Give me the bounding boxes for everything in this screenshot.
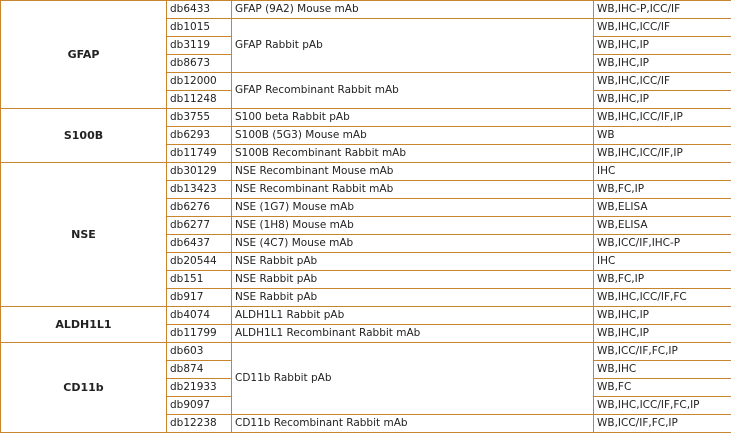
catalog-number-cell: db603: [166, 342, 232, 361]
applications-cell: WB,IHC-P,ICC/IF: [593, 0, 731, 19]
catalog-number-cell: db12238: [166, 414, 232, 433]
catalog-number-cell: db13423: [166, 180, 232, 199]
antibody-table: GFAP db6433 GFAP (9A2) Mouse mAb WB,IHC-…: [0, 0, 731, 433]
applications-cell: WB,IHC,ICC/IF,IP: [593, 108, 731, 127]
product-name-cell: NSE (4C7) Mouse mAb: [231, 234, 594, 253]
applications-cell: WB,ICC/IF,FC,IP: [593, 342, 731, 361]
target-cell-cd11b: CD11b: [0, 342, 167, 433]
catalog-number-cell: db9097: [166, 396, 232, 415]
catalog-number-cell: db6433: [166, 0, 232, 19]
table-row: S100B db3755 S100 beta Rabbit pAb WB,IHC…: [0, 108, 731, 163]
applications-cell: WB,ELISA: [593, 198, 731, 217]
applications-cell: WB,FC,IP: [593, 180, 731, 199]
catalog-number-cell: db6277: [166, 216, 232, 235]
applications-cell: WB,IHC,ICC/IF: [593, 72, 731, 91]
product-name-cell: ALDH1L1 Rabbit pAb: [231, 306, 594, 325]
catalog-number-cell: db874: [166, 360, 232, 379]
table-row: CD11b db603 CD11b Rabbit pAb WB,ICC/IF,F…: [0, 342, 731, 433]
catalog-number-cell: db1015: [166, 18, 232, 37]
applications-cell: IHC: [593, 252, 731, 271]
table-row: NSE db30129 NSE Recombinant Mouse mAb IH…: [0, 162, 731, 307]
product-name-cell: GFAP (9A2) Mouse mAb: [231, 0, 594, 19]
table-row: GFAP db6433 GFAP (9A2) Mouse mAb WB,IHC-…: [0, 0, 731, 109]
product-name-cell: NSE (1H8) Mouse mAb: [231, 216, 594, 235]
target-cell-s100b: S100B: [0, 108, 167, 163]
catalog-number-cell: db151: [166, 270, 232, 289]
catalog-number-cell: db3119: [166, 36, 232, 55]
catalog-number-cell: db4074: [166, 306, 232, 325]
catalog-number-cell: db8673: [166, 54, 232, 73]
catalog-number-cell: db11749: [166, 144, 232, 163]
applications-cell: WB,IHC,IP: [593, 54, 731, 73]
applications-cell: WB,IHC,ICC/IF,FC,IP: [593, 396, 731, 415]
target-cell-aldh1l1: ALDH1L1: [0, 306, 167, 343]
product-name-cell: NSE Recombinant Mouse mAb: [231, 162, 594, 181]
applications-cell: WB,IHC,IP: [593, 90, 731, 109]
applications-cell: WB,IHC,ICC/IF: [593, 18, 731, 37]
applications-cell: WB,IHC,ICC/IF,FC: [593, 288, 731, 307]
product-name-cell: CD11b Rabbit pAb: [231, 342, 594, 415]
applications-cell: WB: [593, 126, 731, 145]
target-cell-nse: NSE: [0, 162, 167, 307]
product-name-cell: ALDH1L1 Recombinant Rabbit mAb: [231, 324, 594, 343]
applications-cell: WB,IHC,IP: [593, 36, 731, 55]
applications-cell: IHC: [593, 162, 731, 181]
table-row: ALDH1L1 db4074 ALDH1L1 Rabbit pAb WB,IHC…: [0, 306, 731, 343]
applications-cell: WB,IHC: [593, 360, 731, 379]
catalog-number-cell: db11248: [166, 90, 232, 109]
product-name-cell: NSE Rabbit pAb: [231, 270, 594, 289]
catalog-number-cell: db11799: [166, 324, 232, 343]
catalog-number-cell: db12000: [166, 72, 232, 91]
product-name-cell: S100 beta Rabbit pAb: [231, 108, 594, 127]
applications-cell: WB,IHC,IP: [593, 324, 731, 343]
applications-cell: WB,IHC,ICC/IF,IP: [593, 144, 731, 163]
applications-cell: WB,ELISA: [593, 216, 731, 235]
applications-cell: WB,IHC,IP: [593, 306, 731, 325]
applications-cell: WB,FC,IP: [593, 270, 731, 289]
target-cell-gfap: GFAP: [0, 0, 167, 109]
product-name-cell: GFAP Rabbit pAb: [231, 18, 594, 73]
product-name-cell: NSE Recombinant Rabbit mAb: [231, 180, 594, 199]
product-name-cell: NSE (1G7) Mouse mAb: [231, 198, 594, 217]
product-name-cell: S100B Recombinant Rabbit mAb: [231, 144, 594, 163]
catalog-number-cell: db917: [166, 288, 232, 307]
applications-cell: WB,ICC/IF,FC,IP: [593, 414, 731, 433]
product-name-cell: S100B (5G3) Mouse mAb: [231, 126, 594, 145]
catalog-number-cell: db6276: [166, 198, 232, 217]
catalog-number-cell: db20544: [166, 252, 232, 271]
product-name-cell: GFAP Recombinant Rabbit mAb: [231, 72, 594, 109]
product-name-cell: NSE Rabbit pAb: [231, 252, 594, 271]
catalog-number-cell: db30129: [166, 162, 232, 181]
applications-cell: WB,ICC/IF,IHC-P: [593, 234, 731, 253]
product-name-cell: CD11b Recombinant Rabbit mAb: [231, 414, 594, 433]
catalog-number-cell: db3755: [166, 108, 232, 127]
applications-cell: WB,FC: [593, 378, 731, 397]
catalog-number-cell: db6437: [166, 234, 232, 253]
product-name-cell: NSE Rabbit pAb: [231, 288, 594, 307]
catalog-number-cell: db6293: [166, 126, 232, 145]
catalog-number-cell: db21933: [166, 378, 232, 397]
